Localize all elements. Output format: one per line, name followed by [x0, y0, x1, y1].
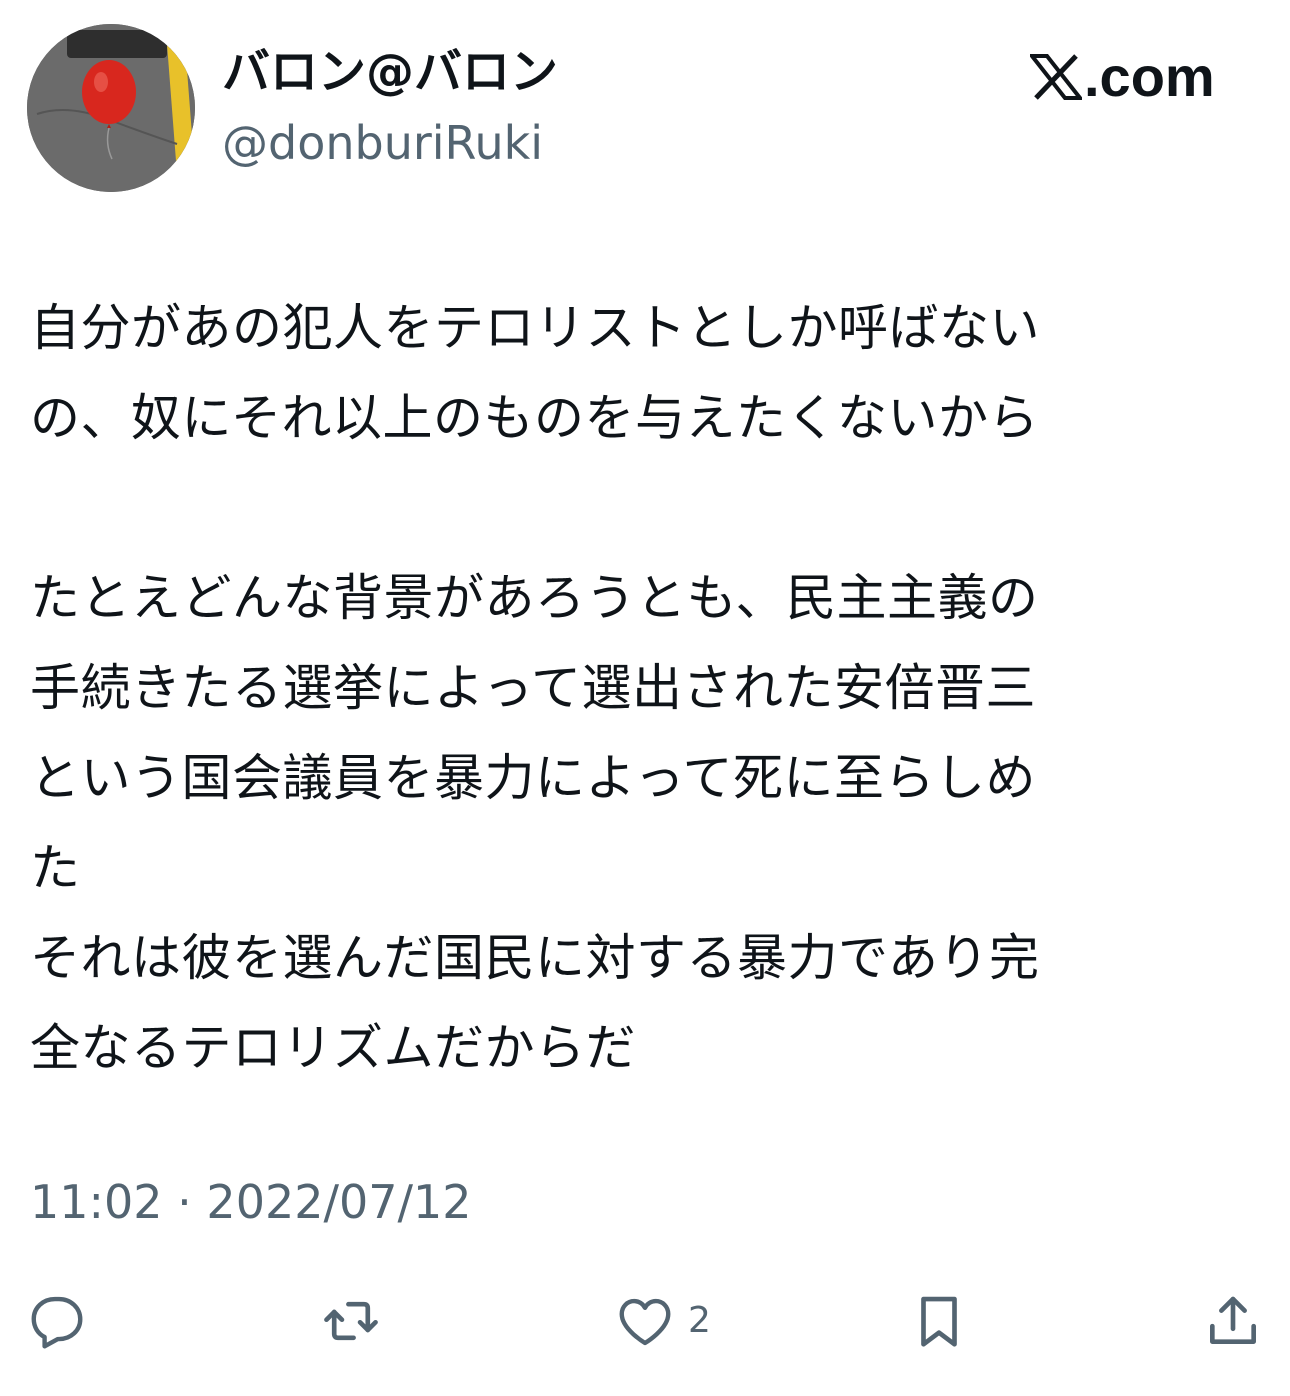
bookmark-button[interactable]	[908, 1285, 970, 1357]
like-button[interactable]: 2	[614, 1285, 711, 1357]
tweet-line: それは彼を選んだ国民に対する暴力であり完	[30, 929, 1040, 987]
x-logo-icon	[1030, 54, 1082, 100]
brand-watermark: .com	[1030, 42, 1215, 112]
like-count: 2	[688, 1300, 711, 1341]
tweet-line: 自分があの犯人をテロリストとしか呼ばない	[30, 299, 1040, 357]
repost-button[interactable]	[320, 1285, 382, 1357]
share-button[interactable]	[1202, 1285, 1264, 1357]
reply-bubble-icon	[31, 1296, 83, 1349]
tweet-line	[30, 463, 1260, 553]
brand-domain: .com	[1084, 45, 1215, 108]
tweet-line: たとえどんな背景があろうとも、民主主義の	[30, 569, 1039, 627]
tweet-line: の、奴にそれ以上のものを与えたくないから	[30, 389, 1039, 447]
tweet-line: 全なるテロリズムだからだ	[30, 1019, 636, 1077]
display-name[interactable]: バロン@バロン	[222, 42, 558, 102]
share-icon	[1210, 1296, 1256, 1344]
tweet-line: 手続きたる選挙によって選出された安倍晋三	[30, 659, 1036, 717]
tweet-line: という国会議員を暴力によって死に至らしめ	[30, 749, 1036, 807]
tweet-line: た	[30, 839, 81, 897]
action-bar: 2	[0, 1285, 1290, 1357]
user-handle[interactable]: @donburiRuki	[222, 114, 543, 172]
reply-button[interactable]	[26, 1285, 88, 1357]
heart-icon	[619, 1298, 671, 1346]
repost-icon	[324, 1301, 378, 1341]
tweet-timestamp[interactable]: 11:02 · 2022/07/12	[30, 1172, 472, 1232]
tweet-text: 自分があの犯人をテロリストとしか呼ばない の、奴にそれ以上のものを与えたくないか…	[30, 283, 1260, 1093]
avatar[interactable]	[27, 24, 195, 192]
bookmark-icon	[921, 1296, 957, 1347]
red-balloon-avatar	[27, 24, 195, 192]
